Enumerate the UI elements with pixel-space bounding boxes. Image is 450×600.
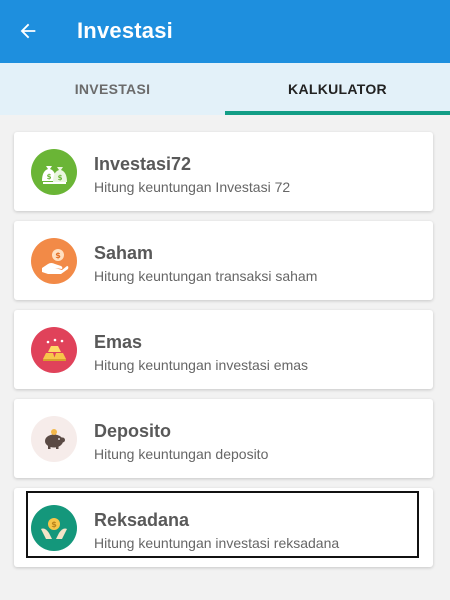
arrow-left-icon (20, 23, 36, 39)
svg-text:$: $ (47, 173, 52, 181)
hands-coin-icon: $ (31, 505, 77, 551)
svg-text:$: $ (58, 174, 63, 182)
calculator-subtitle: Hitung keuntungan investasi reksadana (94, 535, 340, 551)
calculator-title: Deposito (94, 421, 172, 441)
calculator-item-saham[interactable]: $ Saham Hitung keuntungan transaksi saha… (14, 221, 433, 300)
tab-bar: INVESTASI KALKULATOR (0, 63, 450, 115)
back-button[interactable] (10, 13, 46, 49)
calculator-subtitle: Hitung keuntungan transaksi saham (94, 268, 318, 284)
calculator-title: Reksadana (94, 510, 190, 530)
page-title: Investasi (77, 18, 173, 43)
calculator-title: Investasi72 (94, 154, 192, 174)
money-bags-icon: $ $ (31, 149, 77, 195)
calculator-item-deposito[interactable]: Deposito Hitung keuntungan deposito (14, 399, 433, 478)
calculator-subtitle: Hitung keuntungan investasi emas (94, 357, 309, 373)
calculator-item-emas[interactable]: Emas Hitung keuntungan investasi emas (14, 310, 433, 389)
piggy-bank-icon (31, 416, 77, 462)
calculator-title: Emas (94, 332, 143, 352)
svg-text:$: $ (51, 520, 57, 529)
calculator-subtitle: Hitung keuntungan deposito (94, 446, 269, 462)
hand-coin-icon: $ (31, 238, 77, 284)
gold-bars-icon (31, 327, 77, 373)
tab-investasi[interactable]: INVESTASI (0, 63, 225, 115)
calculator-item-investasi72[interactable]: $ $ Investasi72 Hitung keuntungan Invest… (14, 132, 433, 211)
app-bar: Investasi (0, 0, 450, 63)
calculator-title: Saham (94, 243, 154, 263)
svg-text:$: $ (55, 251, 61, 260)
calculator-subtitle: Hitung keuntungan Investasi 72 (94, 179, 291, 195)
calculator-item-reksadana[interactable]: $ Reksadana Hitung keuntungan investasi … (14, 488, 433, 567)
tab-kalkulator[interactable]: KALKULATOR (225, 63, 450, 115)
